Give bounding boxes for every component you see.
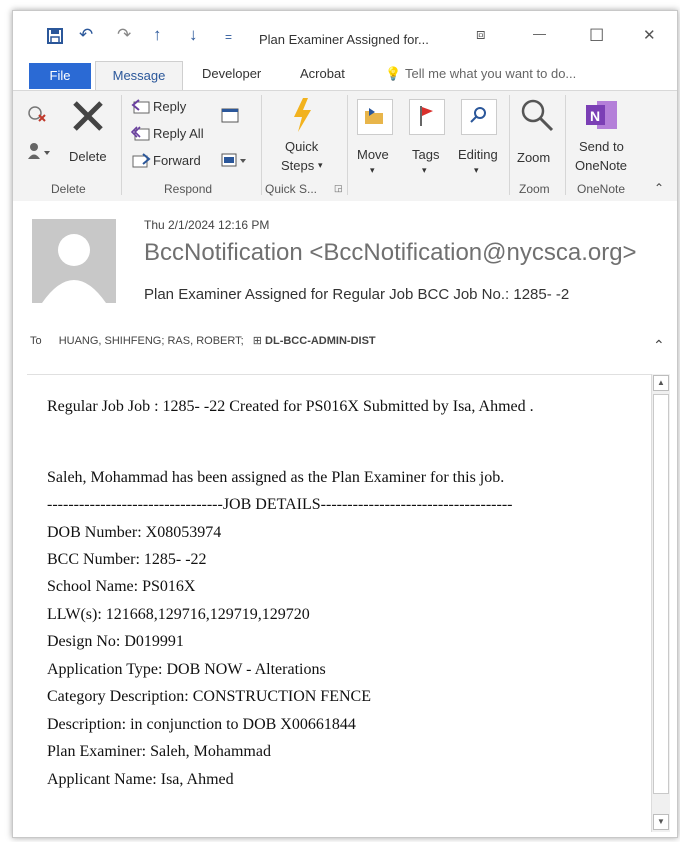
ignore-icon[interactable] xyxy=(27,103,47,123)
tab-file[interactable]: File xyxy=(29,63,91,89)
message-body xyxy=(27,374,651,833)
tell-me-search[interactable]: Tell me what you want to do... xyxy=(405,66,576,81)
detail-description: Description: in conjunction to DOB X0066… xyxy=(47,716,356,733)
send-to-onenote-button[interactable]: Send to xyxy=(579,139,624,154)
dialog-launcher-icon[interactable]: ◲ xyxy=(334,183,343,194)
ribbon-separator xyxy=(509,95,510,195)
dropdown-arrow-icon: ▾ xyxy=(422,165,427,175)
outlook-message-window: ↶ ↷ ↑ ↓ = Plan Examiner Assigned for... … xyxy=(12,10,678,838)
group-label-delete: Delete xyxy=(51,182,86,196)
detail-llws: LLW(s): 121668,129716,129719,129720 xyxy=(47,606,310,623)
move-icon xyxy=(365,108,383,124)
job-details-divider: ---------------------------------JOB DET… xyxy=(47,496,513,513)
collapse-header-icon[interactable]: ⌃ xyxy=(653,337,665,354)
more-respond-icon[interactable] xyxy=(221,152,247,168)
down-arrow-icon[interactable]: ↓ xyxy=(189,25,198,45)
redo-icon[interactable]: ↷ xyxy=(117,25,131,45)
tags-button[interactable]: Tags xyxy=(412,147,439,162)
tab-message[interactable]: Message xyxy=(95,61,183,90)
customize-qat-icon[interactable]: = xyxy=(225,30,232,44)
scroll-down-button[interactable]: ▼ xyxy=(653,814,669,830)
detail-bcc-number: BCC Number: 1285- -22 xyxy=(47,551,207,568)
ribbon-separator xyxy=(565,95,566,195)
cleanup-icon[interactable] xyxy=(27,141,51,161)
detail-design-no: Design No: D019991 xyxy=(47,633,184,650)
vertical-scrollbar[interactable]: ▲ ▼ xyxy=(651,374,670,832)
forward-button[interactable]: Forward xyxy=(153,153,201,168)
delete-button[interactable]: Delete xyxy=(69,149,107,164)
distribution-list[interactable]: DL-BCC-ADMIN-DIST xyxy=(265,335,376,347)
maximize-button[interactable]: ☐ xyxy=(589,26,604,46)
scrollbar-thumb[interactable] xyxy=(653,394,669,794)
group-label-quick-steps: Quick S... xyxy=(265,182,318,196)
recipients-line: To HUANG, SHIHFENG; RAS, ROBERT; ⊞ DL-BC… xyxy=(30,334,376,347)
send-to-onenote-label: OneNote xyxy=(575,158,628,173)
lightbulb-icon: 💡 xyxy=(385,66,402,81)
up-arrow-icon[interactable]: ↑ xyxy=(153,25,162,45)
detail-application-type: Application Type: DOB NOW - Alterations xyxy=(47,661,326,678)
ribbon-separator xyxy=(261,95,262,195)
reply-all-button[interactable]: Reply All xyxy=(153,126,204,141)
dropdown-arrow-icon: ▾ xyxy=(474,165,479,175)
body-line-assigned: Saleh, Mohammad has been assigned as the… xyxy=(47,469,505,486)
expand-list-icon[interactable]: ⊞ xyxy=(253,335,262,347)
zoom-button[interactable]: Zoom xyxy=(517,150,550,165)
move-button[interactable]: Move xyxy=(357,147,389,162)
reply-button[interactable]: Reply xyxy=(153,99,186,114)
message-date: Thu 2/1/2024 12:16 PM xyxy=(144,218,270,232)
group-label-zoom: Zoom xyxy=(519,182,550,196)
ribbon-separator xyxy=(347,95,348,195)
detail-school-name: School Name: PS016X xyxy=(47,578,196,595)
detail-plan-examiner: Plan Examiner: Saleh, Mohammad xyxy=(47,743,271,760)
minimize-button[interactable]: — xyxy=(533,26,546,41)
person-silhouette-icon xyxy=(42,234,106,303)
quick-steps-button[interactable]: Quick xyxy=(285,139,318,154)
editing-button[interactable]: Editing xyxy=(458,147,498,162)
detail-category: Category Description: CONSTRUCTION FENCE xyxy=(47,688,371,705)
undo-icon[interactable]: ↶ xyxy=(79,25,93,45)
ribbon-display-icon[interactable]: ⧈ xyxy=(476,26,486,43)
svg-text:N: N xyxy=(590,108,600,124)
recipients[interactable]: HUANG, SHIHFENG; RAS, ROBERT; xyxy=(59,335,244,347)
tab-acrobat[interactable]: Acrobat xyxy=(300,66,345,81)
flag-icon xyxy=(420,106,433,126)
detail-dob-number: DOB Number: X08053974 xyxy=(47,524,222,541)
window-title: Plan Examiner Assigned for... xyxy=(259,32,429,47)
group-label-onenote: OneNote xyxy=(577,182,626,196)
reply-all-icon xyxy=(131,126,150,141)
save-icon[interactable] xyxy=(47,28,63,44)
delete-icon[interactable] xyxy=(71,99,105,133)
group-label-respond: Respond xyxy=(164,182,213,196)
avatar xyxy=(32,219,116,303)
close-button[interactable]: ✕ xyxy=(643,26,656,44)
forward-icon xyxy=(132,153,151,168)
ribbon-separator xyxy=(121,95,122,195)
find-icon xyxy=(470,107,486,123)
body-line-created: Regular Job Job : 1285- -22 Created for … xyxy=(47,398,534,415)
sender[interactable]: BccNotification <BccNotification@nycsca.… xyxy=(144,239,637,267)
message-subject: Plan Examiner Assigned for Regular Job B… xyxy=(144,286,570,303)
dropdown-arrow-icon: ▾ xyxy=(370,165,375,175)
meeting-icon[interactable] xyxy=(221,107,239,123)
tab-developer[interactable]: Developer xyxy=(202,66,261,81)
zoom-icon xyxy=(521,99,554,132)
dropdown-arrow-icon: ▾ xyxy=(318,160,323,170)
lightning-icon xyxy=(294,98,311,132)
detail-applicant-name: Applicant Name: Isa, Ahmed xyxy=(47,771,234,788)
to-label: To xyxy=(30,335,42,347)
reply-icon xyxy=(131,99,150,114)
collapse-ribbon-icon[interactable]: ⌃ xyxy=(654,181,664,195)
scroll-up-button[interactable]: ▲ xyxy=(653,375,669,391)
quick-steps-label: Steps xyxy=(281,158,315,173)
onenote-icon: N xyxy=(586,101,617,129)
